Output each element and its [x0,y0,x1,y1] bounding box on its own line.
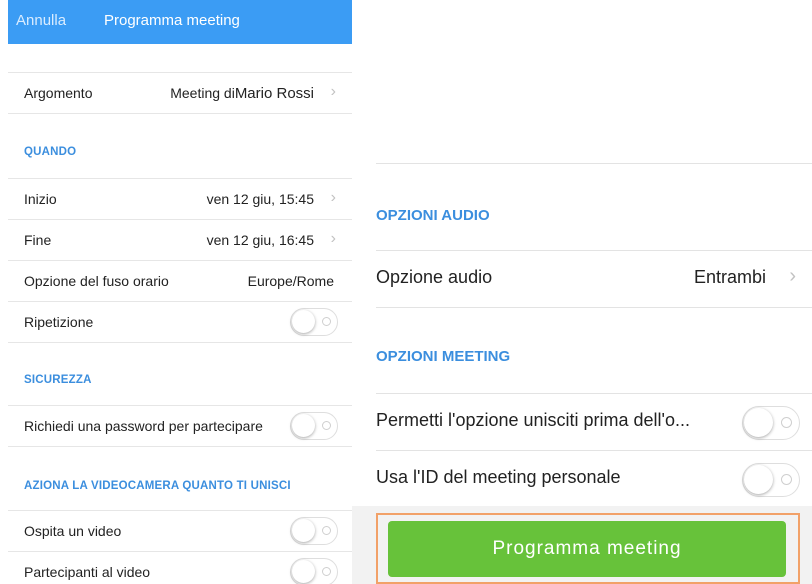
topic-label: Argomento [24,85,93,101]
topic-value-prefix: Meeting di [170,85,235,101]
start-value: ven 12 giu, 15:45 [206,191,314,207]
chevron-right-icon: › [330,83,336,100]
join-before-host-row: Permetti l'opzione unisciti prima dell'o… [376,394,812,450]
password-row: Richiedi una password per partecipare [8,406,352,446]
toggle-knob-icon [292,560,315,583]
participants-video-row: Partecipanti al video [8,552,352,584]
right-panel: OPZIONI AUDIO Opzione audio Entrambi › O… [352,0,812,584]
section-title-meeting: OPZIONI MEETING [376,348,511,365]
chevron-right-icon: › [330,230,336,247]
participants-video-label: Partecipanti al video [24,564,151,580]
end-row[interactable]: Fine ven 12 giu, 16:45 › [8,220,352,260]
end-label: Fine [24,232,52,248]
toggle-off-indicator-icon [322,317,331,326]
repeat-label: Ripetizione [24,314,94,330]
toggle-off-indicator-icon [781,474,792,485]
toggle-knob-icon [292,310,315,333]
audio-option-value: Entrambi [693,267,766,287]
divider [376,307,812,308]
section-title-when: QUANDO [24,146,77,158]
toggle-knob-icon [744,465,773,494]
host-video-label: Ospita un video [24,523,122,539]
toggle-off-indicator-icon [322,567,331,576]
schedule-meeting-button[interactable]: Programma meeting [388,521,786,577]
host-video-toggle[interactable] [290,517,338,545]
toggle-off-indicator-icon [322,526,331,535]
timezone-value: Europe/Rome [247,273,334,289]
divider [8,342,352,343]
topic-value-name: Mario Rossi [234,85,314,102]
password-label: Richiedi una password per partecipare [24,418,263,434]
divider [8,113,352,114]
repeat-toggle[interactable] [290,308,338,336]
divider [376,163,812,164]
password-toggle[interactable] [290,412,338,440]
chevron-right-icon: › [330,189,336,206]
page-title: Programma meeting [104,12,240,29]
toggle-knob-icon [292,519,315,542]
timezone-label: Opzione del fuso orario [24,273,169,289]
personal-id-label: Usa l'ID del meeting personale [376,467,621,487]
toggle-knob-icon [744,408,773,437]
navigation-header: Annulla Programma meeting [8,0,352,44]
personal-id-row: Usa l'ID del meeting personale [376,451,812,507]
repeat-row: Ripetizione [8,302,352,342]
toggle-knob-icon [292,414,315,437]
left-panel: Annulla Programma meeting Argomento Meet… [0,0,352,584]
personal-id-toggle[interactable] [742,463,800,497]
cancel-button[interactable]: Annulla [16,12,66,29]
chevron-right-icon: › [789,265,796,287]
participants-video-toggle[interactable] [290,558,338,584]
audio-option-label: Opzione audio [376,267,493,287]
start-label: Inizio [24,191,57,207]
toggle-off-indicator-icon [322,421,331,430]
start-row[interactable]: Inizio ven 12 giu, 15:45 › [8,179,352,219]
audio-option-row[interactable]: Opzione audio Entrambi › [376,251,812,307]
join-before-host-label: Permetti l'opzione unisciti prima dell'o… [376,410,691,430]
join-before-host-toggle[interactable] [742,406,800,440]
timezone-row[interactable]: Opzione del fuso orario Europe/Rome [8,261,352,301]
topic-row[interactable]: Argomento Meeting diMario Rossi › [8,73,352,113]
toggle-off-indicator-icon [781,417,792,428]
section-title-audio: OPZIONI AUDIO [376,207,490,224]
topic-value: Meeting diMario Rossi [170,85,314,102]
host-video-row: Ospita un video [8,511,352,551]
section-title-video: AZIONA LA VIDEOCAMERA QUANTO TI UNISCI [24,480,291,492]
end-value: ven 12 giu, 16:45 [206,232,314,248]
divider [8,446,352,447]
section-title-security: SICUREZZA [24,374,92,386]
